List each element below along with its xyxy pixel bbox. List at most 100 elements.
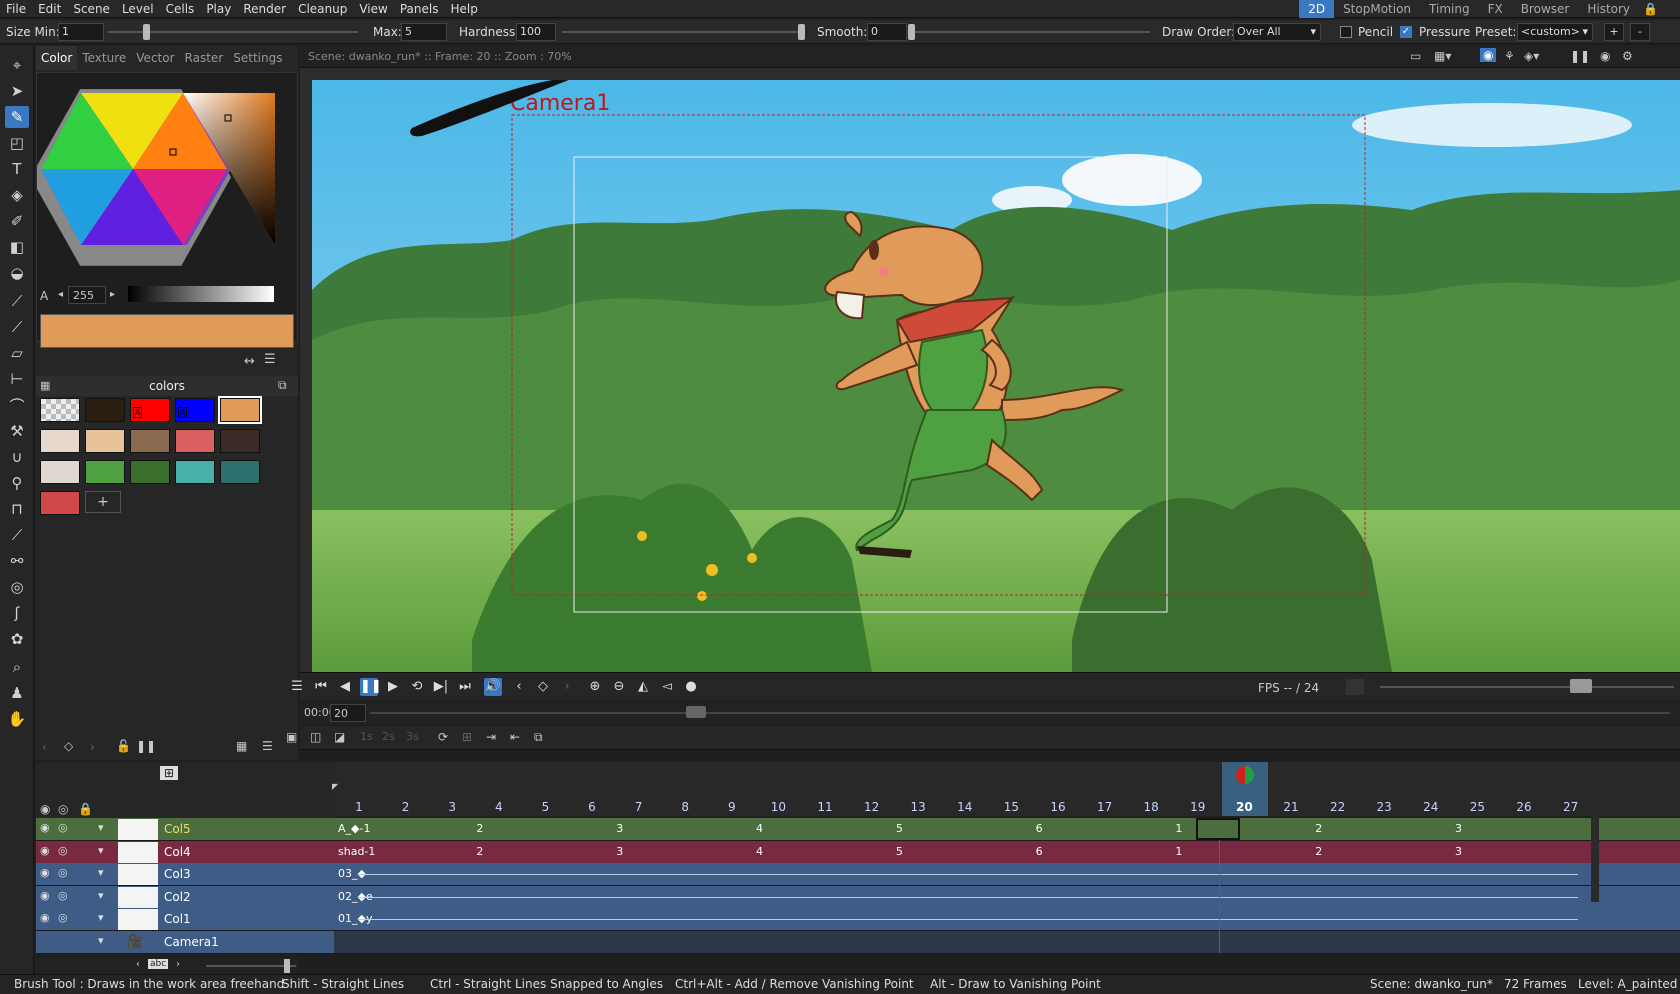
menu-edit[interactable]: Edit [32, 0, 67, 18]
sound-button[interactable]: 🔊 [484, 678, 502, 696]
hand-tool-icon[interactable]: ✋ [5, 708, 29, 730]
menu-icon[interactable]: ☰ [262, 739, 273, 753]
fps-slider-knob[interactable] [1570, 679, 1592, 693]
control-point-editor-icon[interactable]: ⊢ [5, 368, 29, 390]
settings-icon[interactable]: ⚙ [1622, 49, 1633, 63]
nav-left-icon[interactable]: ‹ [136, 959, 140, 970]
next-frame-button[interactable]: ▶| [432, 678, 450, 696]
palette-chip[interactable] [40, 460, 80, 484]
menu-icon[interactable]: ☰ [264, 352, 276, 367]
palette-chip[interactable] [40, 398, 80, 422]
cell-number[interactable]: 4 [756, 822, 763, 835]
menu-icon[interactable]: ☰ [288, 678, 306, 696]
new-vector-level-icon[interactable]: ◫ [310, 730, 321, 744]
nav-right-icon[interactable]: › [176, 959, 180, 970]
pressure-checkbox[interactable]: ✓ [1400, 26, 1412, 38]
eye-icon[interactable]: ◉ [40, 911, 50, 924]
flip-horizontal-button[interactable]: ◭ [634, 678, 652, 696]
cell-label[interactable]: A_◆-1 [338, 822, 370, 835]
cell-number[interactable]: 2 [1315, 845, 1322, 858]
column-name[interactable]: Col5 [164, 822, 191, 836]
column-cells[interactable]: 01_◆y [334, 908, 1680, 931]
zoom-tool-icon[interactable]: ⌕ [5, 656, 29, 678]
selection-tool-icon[interactable]: ➤ [5, 80, 29, 102]
cell-number[interactable]: 2 [476, 845, 483, 858]
eye-icon[interactable]: ◉ [40, 889, 50, 902]
next-icon[interactable]: › [90, 740, 95, 754]
menu-view[interactable]: View [353, 0, 393, 18]
chevron-down-icon[interactable]: ▾ [98, 934, 104, 947]
chevron-down-icon[interactable]: ▾ [98, 911, 104, 924]
chevron-down-icon[interactable]: ▾ [98, 866, 104, 879]
remove-preset-button[interactable]: - [1630, 23, 1650, 41]
room-tab-history[interactable]: History [1578, 0, 1639, 18]
chevron-down-icon[interactable]: ▾ [98, 821, 104, 834]
skeleton-tool-icon[interactable]: ⚯ [5, 550, 29, 572]
export-icon[interactable]: ⇤ [510, 730, 520, 744]
chevron-down-icon[interactable]: ▾ [98, 844, 104, 857]
cell-number[interactable]: 6 [1036, 845, 1043, 858]
palette-chip[interactable] [40, 491, 80, 515]
palette-chip[interactable] [130, 429, 170, 453]
fill-tool-icon[interactable]: ◈ [5, 184, 29, 206]
pinch-tool-icon[interactable]: ⌒ [5, 394, 29, 416]
cell-number[interactable]: 6 [1036, 822, 1043, 835]
hardness-field[interactable]: 100 [516, 23, 556, 41]
alpha-slider[interactable] [128, 286, 274, 302]
palette-chip[interactable]: A [130, 398, 170, 422]
add-preset-button[interactable]: + [1604, 23, 1624, 41]
column-cells[interactable] [334, 930, 1680, 954]
max-field[interactable]: 5 [401, 23, 447, 41]
pause-button[interactable]: ❚❚ [360, 678, 382, 696]
rotate-tool-icon[interactable]: ♟ [5, 682, 29, 704]
camstand-icon[interactable]: ◎ [58, 844, 68, 857]
pause-icon[interactable]: ❚❚ [136, 739, 156, 753]
chevron-down-icon[interactable]: ▾ [98, 889, 104, 902]
ruler-tool-icon[interactable]: ▱ [5, 342, 29, 364]
column-cells[interactable]: shad-1 2 3 4 5 6 1 2 3 [334, 840, 1680, 864]
scene-viewer[interactable]: Camera1 [300, 68, 1680, 672]
eraser-tool-icon[interactable]: ◧ [5, 236, 29, 258]
new-level-icon[interactable]: ▣ [286, 730, 297, 744]
first-frame-button[interactable]: ⏮ [312, 678, 330, 696]
palette-options-icon[interactable]: ⧉ [278, 378, 287, 393]
grid-view-icon[interactable]: ▦ [236, 739, 247, 753]
repeat-icon[interactable]: ⟳ [438, 730, 448, 744]
cell-number[interactable]: 5 [896, 845, 903, 858]
column-name[interactable]: Camera1 [164, 935, 219, 949]
palette-chip[interactable] [85, 460, 125, 484]
swap-icon[interactable]: ↔ [244, 354, 255, 369]
camstand-icon[interactable]: ◎ [58, 889, 68, 902]
column-header[interactable]: ◉ ◎ ▾ Col2 [36, 885, 334, 909]
key-button[interactable]: ◇ [534, 678, 552, 696]
play-button[interactable]: ▶ [384, 678, 402, 696]
cell-number[interactable]: 1 [1175, 845, 1182, 858]
brush-tool-icon[interactable]: ✎ [5, 106, 29, 128]
keyframe-icon[interactable]: ◇ [64, 739, 73, 753]
arrow-right-icon[interactable]: ▸ [110, 289, 115, 300]
style-tab-vector[interactable]: Vector [131, 46, 179, 70]
camera-view-icon[interactable]: ◉ [1480, 48, 1497, 62]
cell-number[interactable]: 1 [1175, 822, 1182, 835]
eye-icon[interactable]: ◉ [1600, 49, 1610, 63]
abc-toggle[interactable]: abc [148, 959, 169, 969]
camstand-icon[interactable]: ◎ [58, 821, 68, 834]
bender-tool-icon[interactable]: ⚲ [5, 472, 29, 494]
room-tab-stopmotion[interactable]: StopMotion [1334, 0, 1420, 18]
frame-slider-knob[interactable] [686, 706, 706, 718]
column-name[interactable]: Col4 [164, 845, 191, 859]
palette-chip[interactable] [85, 398, 125, 422]
grid-toggle-icon[interactable]: ▦▾ [1434, 49, 1451, 63]
palette-chip[interactable] [175, 460, 215, 484]
grid-icon[interactable]: ▦ [40, 379, 50, 392]
cell-number[interactable]: 2 [476, 822, 483, 835]
column-cells[interactable]: 02_◆e [334, 885, 1680, 909]
frame-slider-track[interactable] [370, 712, 1670, 714]
palette-chip[interactable] [40, 429, 80, 453]
fps-slider-track[interactable] [1380, 686, 1674, 688]
menu-cells[interactable]: Cells [160, 0, 201, 18]
style-tab-color[interactable]: Color [36, 46, 78, 70]
arrow-left-icon[interactable]: ◂ [58, 289, 63, 300]
column-cells[interactable]: A_◆-1 2 3 4 5 6 1 2 3 [334, 818, 1680, 841]
hardness-slider-knob[interactable] [798, 24, 805, 40]
